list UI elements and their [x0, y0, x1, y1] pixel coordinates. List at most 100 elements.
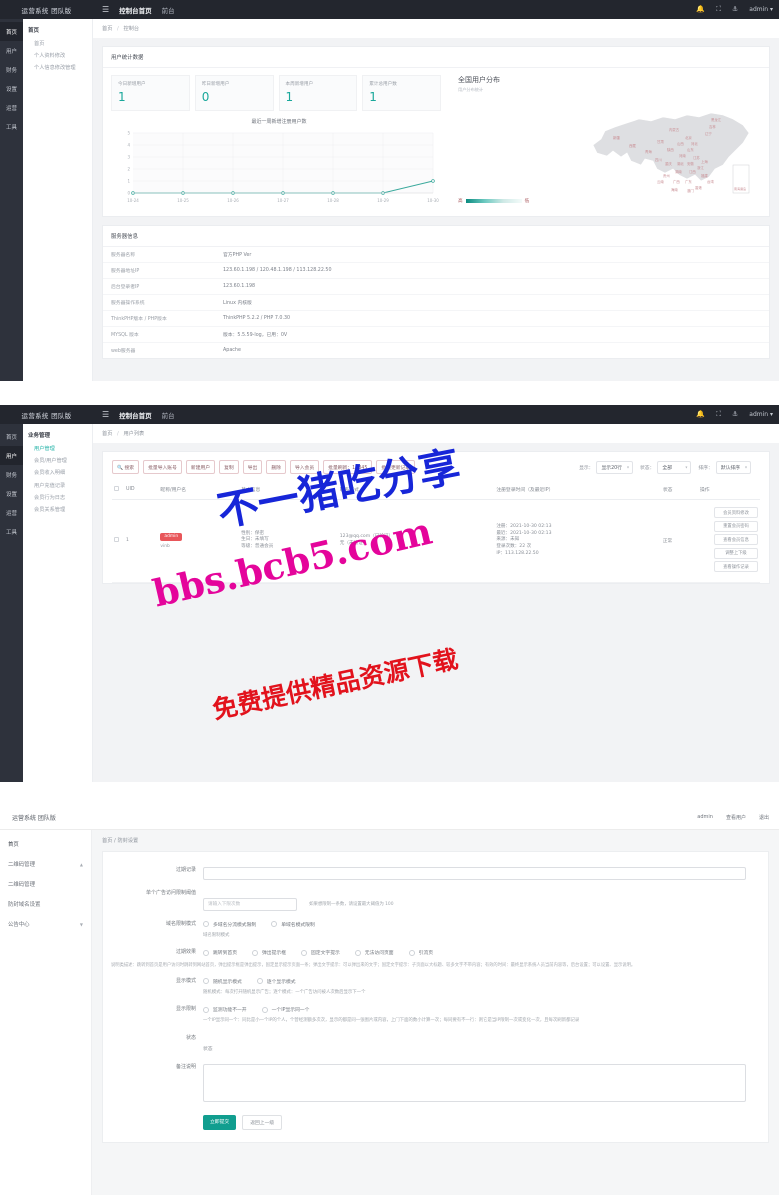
nav-tab-frontend[interactable]: 前台	[162, 410, 175, 420]
search-button[interactable]: 🔍 搜索	[112, 460, 140, 474]
topbar-view-user[interactable]: 查看用户	[726, 814, 746, 821]
remark-textarea[interactable]	[203, 1063, 746, 1102]
bell-icon[interactable]: 🔔	[696, 6, 705, 13]
user-menu[interactable]: admin ▾	[749, 6, 773, 13]
nav-tab-frontend[interactable]: 前台	[162, 5, 175, 15]
topbar-logout[interactable]: 退出	[759, 814, 769, 821]
radio-random-display[interactable]	[203, 978, 209, 985]
rail-item-tools[interactable]: 工具	[0, 522, 23, 541]
rail-item-user[interactable]: 用户	[0, 41, 23, 60]
rail-item-operations[interactable]: 运营	[0, 98, 23, 117]
submit-button[interactable]: 立即提交	[203, 1114, 237, 1130]
hamburger-icon[interactable]: ☰	[102, 5, 109, 14]
radio-label: 无法访问页面	[364, 951, 394, 957]
breadcrumb-current: 防封设置	[117, 838, 139, 844]
settings-sidebar: 首页 二维码管理 ▲ 二维码管理 防封域名设置 公告中心 ▼	[0, 830, 92, 1195]
batch-import-button[interactable]: 批量导入账号	[143, 460, 182, 474]
legend-gradient-bar	[465, 199, 522, 203]
user-menu[interactable]: admin ▾	[749, 411, 773, 418]
filter-status-select[interactable]: 全部	[657, 460, 692, 474]
cell-line: 无（未验证）	[339, 540, 368, 546]
svg-text:澳门: 澳门	[687, 188, 694, 193]
radio-expire-effect[interactable]	[203, 949, 209, 956]
nav-tab-console[interactable]: 控制台首页	[119, 410, 152, 420]
batch-update-record-button[interactable]: 批量更新记录	[376, 460, 416, 474]
subnav-item-income-detail[interactable]: 会员收入明细	[23, 467, 92, 479]
filter-sort-select[interactable]: 默认排序	[715, 460, 751, 474]
subnav-item-relation-manage[interactable]: 会员关系管理	[23, 504, 92, 516]
settings-topbar: 运营系统 团队版 admin 查看用户 退出	[0, 805, 779, 830]
row-action-button[interactable]: 调整上下级	[714, 547, 758, 559]
breadcrumb-root[interactable]: 首页	[102, 838, 112, 844]
subnav-item-behavior-log[interactable]: 会员行为日志	[23, 492, 92, 504]
radio-expire-effect[interactable]	[354, 949, 361, 956]
copy-button[interactable]: 复制	[219, 460, 239, 474]
breadcrumb-root[interactable]: 首页	[102, 431, 112, 437]
tag-icon[interactable]: ⚓	[732, 411, 738, 418]
radio-multi-domain[interactable]	[203, 921, 209, 927]
rail-item-home[interactable]: 首页	[0, 427, 23, 446]
rail-item-settings[interactable]: 设置	[0, 484, 23, 503]
svg-text:湖南: 湖南	[675, 169, 682, 174]
subnav-item-home[interactable]: 首页	[23, 38, 92, 50]
back-button[interactable]: 返回上一级	[242, 1114, 283, 1130]
subnav-item-member-manage[interactable]: 会员/用户管理	[23, 455, 92, 467]
hamburger-icon[interactable]: ☰	[102, 410, 109, 419]
filter-display: 显示： 显示20行	[579, 460, 633, 474]
rail-item-finance[interactable]: 财务	[0, 465, 23, 484]
subnav-item-profile[interactable]: 个人资料修改	[23, 50, 92, 62]
tag-icon[interactable]: ⚓	[732, 6, 738, 13]
fullscreen-icon[interactable]: ⛶	[716, 411, 721, 418]
sidebar-item-qrcode-group[interactable]: 二维码管理 ▲	[0, 854, 91, 874]
sidebar-item-antiblock-domain[interactable]: 防封域名设置	[0, 894, 91, 914]
settings-body: 首页 二维码管理 ▲ 二维码管理 防封域名设置 公告中心 ▼ 首页 / 防封设置	[0, 830, 779, 1195]
fullscreen-icon[interactable]: ⛶	[716, 6, 721, 13]
radio-expire-effect[interactable]	[408, 949, 415, 956]
china-map-icon[interactable]: 新疆 西藏 青海 甘肃 内蒙古 黑龙江 吉林 辽宁 北京 河北 山西 陕西 山东…	[583, 95, 758, 199]
breadcrumb-root[interactable]: 首页	[102, 26, 112, 32]
rail-item-operations[interactable]: 运营	[0, 503, 23, 522]
rail-item-home[interactable]: 首页	[0, 22, 23, 41]
userlist-subnav: 业务管理 用户管理 会员/用户管理 会员收入明细 用户充值记录 会员行为日志 会…	[23, 424, 93, 782]
rail-item-user[interactable]: 用户	[0, 446, 23, 465]
svg-text:10-24: 10-24	[127, 198, 139, 203]
subnav-item-profile-manage[interactable]: 个人信息修改管理	[23, 62, 92, 74]
bell-icon[interactable]: 🔔	[696, 411, 705, 418]
row-checkbox[interactable]	[114, 537, 119, 543]
filter-display-select[interactable]: 显示20行	[596, 460, 633, 474]
row-action-button[interactable]: 重置会员密码	[714, 520, 758, 532]
sidebar-item-home[interactable]: 首页	[0, 834, 91, 854]
select-all-checkbox[interactable]	[114, 486, 119, 491]
rail-item-finance[interactable]: 财务	[0, 60, 23, 79]
rail-item-settings[interactable]: 设置	[0, 79, 23, 98]
sidebar-item-qrcode-manage[interactable]: 二维码管理	[0, 874, 91, 894]
radio-one-ip-one[interactable]	[261, 1006, 268, 1013]
export-button[interactable]: 导出	[242, 460, 263, 474]
import-member-button[interactable]: 导入会员	[289, 460, 320, 474]
radio-single-domain[interactable]	[271, 921, 278, 927]
row-action-button[interactable]: 查看会员信息	[714, 534, 758, 545]
nav-tab-console[interactable]: 控制台首页	[119, 5, 152, 15]
radio-sequential-display[interactable]	[256, 978, 263, 985]
breadcrumb: 首页 / 控制台	[93, 19, 779, 38]
radio-monitor-off[interactable]	[203, 1006, 209, 1013]
sidebar-item-announcement[interactable]: 公告中心 ▼	[0, 914, 91, 934]
cell-nickname: admin vinb	[158, 499, 240, 583]
cell-uid: 1	[124, 499, 159, 583]
row-action-button[interactable]: 会员资料修改	[714, 507, 758, 518]
row-action-button[interactable]: 查看操作记录	[714, 561, 758, 572]
subnav-item-recharge-record[interactable]: 用户充值记录	[23, 480, 92, 492]
delete-button[interactable]: 删除	[266, 460, 286, 474]
table-row[interactable]: 1 admin vinb 性别：保密 生日：未填写 等级：普通会员 123@qq.com（已…	[112, 499, 760, 583]
radio-expire-effect[interactable]	[301, 949, 307, 956]
expire-record-input[interactable]	[203, 867, 746, 880]
userlist-icon-rail: 首页 用户 财务 设置 运营 工具	[0, 424, 23, 782]
topbar-username[interactable]: admin	[697, 814, 713, 820]
radio-expire-effect[interactable]	[252, 949, 258, 956]
new-user-button[interactable]: 新建用户	[185, 460, 216, 474]
ad-limit-input[interactable]: 请输入下限次数	[203, 897, 297, 911]
userlist-filters: 显示： 显示20行 状态： 全部 排序： 默认排序	[579, 460, 760, 474]
batch-refresh-button[interactable]: 批量刷新：12345	[323, 460, 373, 474]
subnav-item-user-manage[interactable]: 用户管理	[23, 443, 92, 455]
rail-item-tools[interactable]: 工具	[0, 117, 23, 136]
